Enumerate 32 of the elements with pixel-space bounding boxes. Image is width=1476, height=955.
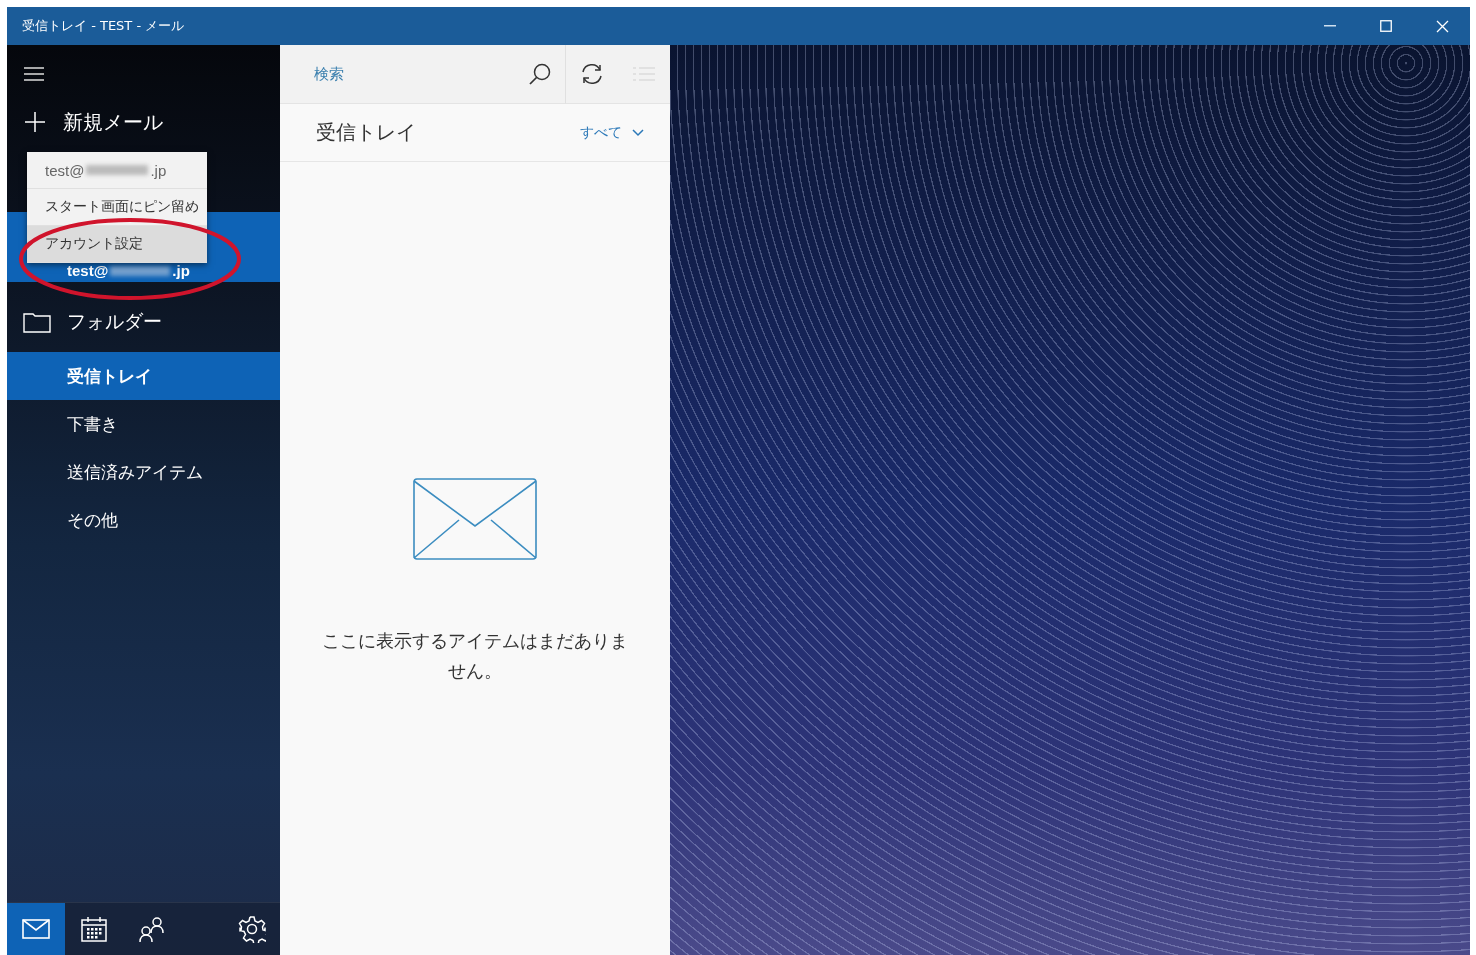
menu-item[interactable]: アカウント設定 [27,226,207,263]
folder-item[interactable]: 下書き [7,400,280,448]
filter-dropdown[interactable]: すべて [580,123,644,142]
account-email: test@ [67,262,109,279]
calendar-icon [80,915,108,943]
minimize-icon [1324,25,1336,27]
search-icon [528,62,552,86]
new-mail-button[interactable]: 新規メール [7,102,163,142]
sync-button[interactable] [566,45,618,104]
folders-heading: フォルダー [67,309,162,334]
folder-title: 受信トレイ [316,119,417,146]
folder-item[interactable]: 送信済みアイテム [7,448,280,496]
folder-icon [23,311,51,333]
maximize-icon [1380,20,1392,32]
empty-message: ここに表示するアイテムはまだありません。 [321,629,629,683]
menu-item[interactable]: test@ .jp [27,152,207,189]
window-title: 受信トレイ - TEST - メール [21,17,186,35]
blurred-mark [86,165,149,175]
blurred-mark [110,265,171,276]
envelope-icon [413,478,537,560]
sync-icon [580,62,604,86]
menu-icon [24,67,44,81]
mail-icon [22,919,50,939]
people-icon [138,915,166,943]
folder-item[interactable]: その他 [7,496,280,544]
folder-item[interactable]: 受信トレイ [7,352,280,400]
account-email-domain: .jp [172,262,190,279]
close-icon [1435,19,1449,33]
settings-icon [238,915,266,943]
plus-icon [25,112,45,132]
chevron-down-icon [632,128,644,137]
search-field[interactable]: 検索 [280,45,566,104]
